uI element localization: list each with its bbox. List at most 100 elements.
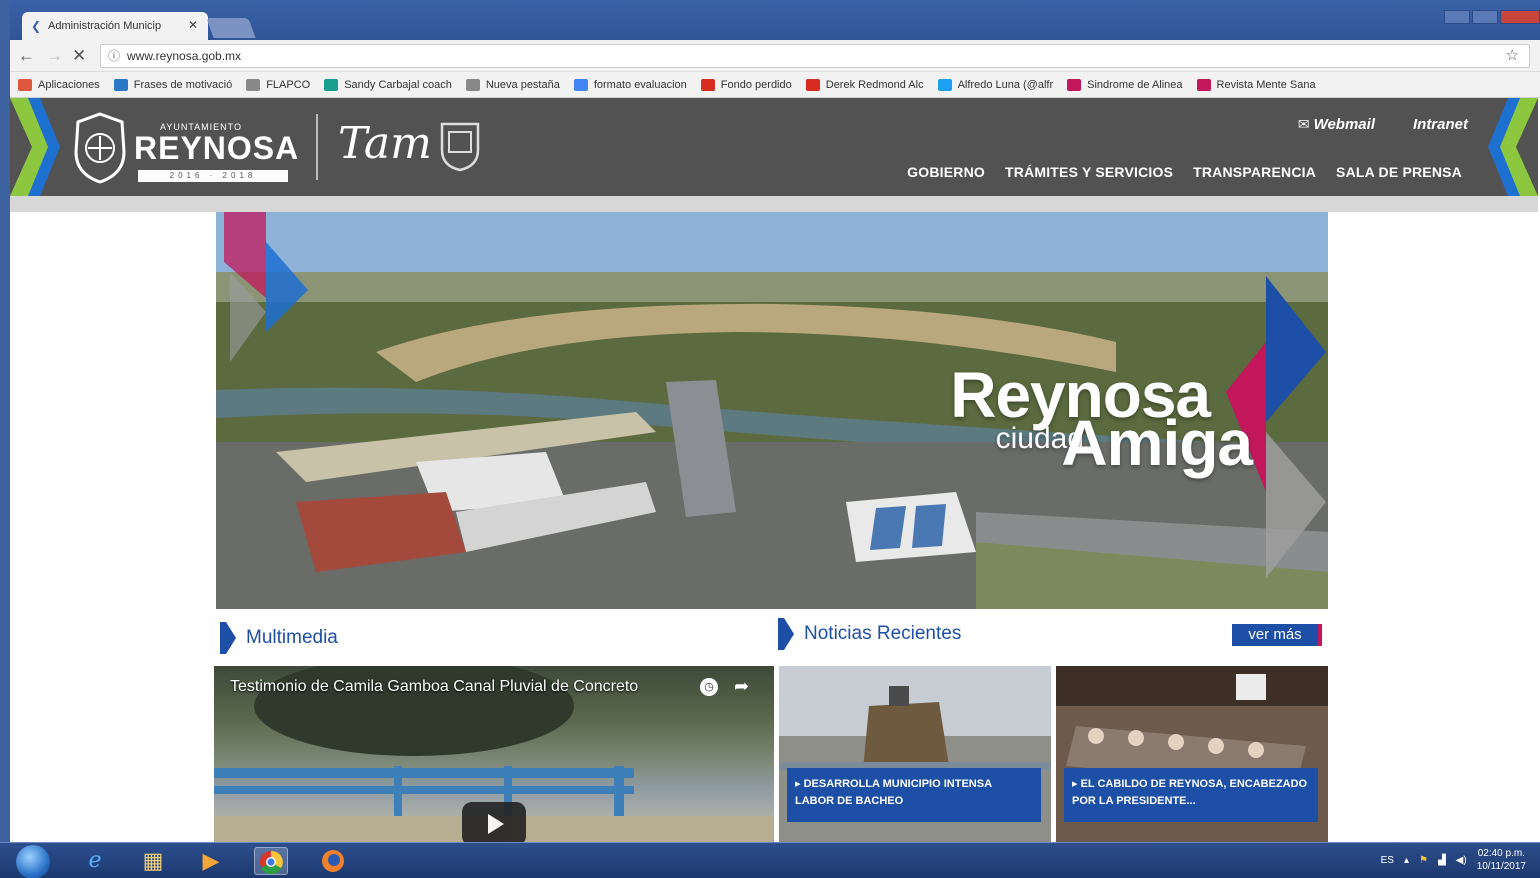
site-logo[interactable]: AYUNTAMIENTO REYNOSA 2016 · 2018 Tam — [70, 110, 490, 185]
bookmark-label: Nueva pestaña — [485, 78, 560, 91]
apps-grid-icon — [18, 78, 32, 91]
news-card[interactable]: ▸ EL CABILDO DE REYNOSA, ENCABEZADO POR … — [1056, 666, 1328, 842]
bookmark-star-icon[interactable]: ☆ — [1506, 45, 1519, 67]
video-title: Testimonio de Camila Gamboa Canal Pluvia… — [230, 678, 639, 695]
site-header: AYUNTAMIENTO REYNOSA 2016 · 2018 Tam ✉ We… — [10, 98, 1538, 196]
site-info-icon[interactable]: ⓘ — [108, 45, 120, 67]
page-favicon-icon: ❮ — [31, 19, 42, 33]
stop-loading-icon[interactable]: ✕ — [72, 46, 86, 66]
main-navigation: GOBIERNO TRÁMITES Y SERVICIOS TRANSPARENCI… — [907, 164, 1462, 180]
close-window-button[interactable] — [1500, 10, 1540, 24]
bookmark-item[interactable]: Derek Redmond Alc — [805, 78, 924, 91]
hero-banner[interactable]: Reynosa ciudad Amiga — [216, 212, 1328, 609]
reynosa-crest-icon — [74, 112, 126, 184]
flag-icon[interactable]: ⚑ — [1419, 855, 1428, 866]
bookmark-label: FLAPCO — [266, 78, 311, 91]
news-caption: ▸ EL CABILDO DE REYNOSA, ENCABEZADO POR … — [1064, 768, 1318, 822]
system-clock[interactable]: 02:40 p.m. 10/11/2017 — [1477, 847, 1526, 873]
multimedia-heading: Multimedia — [220, 622, 338, 654]
browser-titlebar: ❮ Administración Municip ✕ — [0, 0, 1540, 40]
news-caption-text: DESARROLLA MUNICIPIO INTENSA LABOR DE BA… — [795, 778, 992, 807]
back-arrow-icon[interactable]: ← — [18, 46, 35, 66]
section-marker-icon — [220, 622, 236, 654]
bookmark-label: Revista Mente Sana — [1216, 78, 1316, 91]
bookmark-item[interactable]: Nueva pestaña — [465, 78, 560, 91]
system-tray: ES ▴ ⚑ ▟ ◀) 02:40 p.m. 10/11/2017 — [1381, 847, 1526, 873]
webmail-link[interactable]: ✉ Webmail — [1298, 116, 1375, 133]
forward-arrow-icon[interactable]: → — [46, 46, 63, 66]
address-url: www.reynosa.gob.mx — [127, 49, 242, 63]
bookmark-favicon-icon — [1196, 78, 1211, 91]
window-left-border — [0, 0, 10, 878]
address-bar[interactable]: ⓘ www.reynosa.gob.mx ☆ — [100, 44, 1530, 68]
browser-tab[interactable]: ❮ Administración Municip ✕ — [22, 12, 208, 40]
bookmark-item[interactable]: Sindrome de Alinea — [1067, 78, 1183, 91]
header-left-chevron-icon — [10, 98, 60, 196]
tamaulipas-crest-icon — [440, 122, 480, 172]
ver-mas-button[interactable]: ver más — [1232, 624, 1322, 646]
chrome-icon[interactable] — [254, 847, 288, 875]
start-button[interactable] — [16, 845, 50, 878]
bookmark-favicon-icon — [805, 78, 820, 91]
tray-arrow-icon[interactable]: ▴ — [1404, 855, 1409, 866]
volume-icon[interactable]: ◀) — [1456, 855, 1467, 866]
bookmark-favicon-icon — [113, 78, 128, 91]
bookmark-label: Sindrome de Alinea — [1087, 78, 1183, 91]
video-player[interactable]: Testimonio de Camila Gamboa Canal Pluvia… — [214, 666, 774, 842]
network-icon[interactable]: ▟ — [1438, 855, 1446, 866]
news-card[interactable]: ▸ DESARROLLA MUNICIPIO INTENSA LABOR DE … — [779, 666, 1051, 842]
mail-icon: ✉ — [1297, 116, 1310, 132]
nav-tramites-servicios[interactable]: TRÁMITES Y SERVICIOS — [1005, 164, 1173, 180]
section-marker-icon — [778, 618, 794, 650]
header-utility-links: ✉ Webmail Intranet — [1298, 116, 1468, 133]
clock-date: 10/11/2017 — [1476, 861, 1526, 872]
bookmark-label: Aplicaciones — [38, 78, 100, 91]
bookmark-item[interactable]: Aplicaciones — [18, 78, 100, 91]
bookmark-favicon-icon — [246, 78, 261, 91]
bookmark-item[interactable]: Alfredo Luna (@alfr — [937, 78, 1053, 91]
language-indicator[interactable]: ES — [1381, 855, 1394, 866]
bookmark-item[interactable]: Sandy Carbajal coach — [324, 78, 452, 91]
bookmark-item[interactable]: Revista Mente Sana — [1196, 78, 1316, 91]
close-tab-icon[interactable]: ✕ — [188, 18, 198, 32]
news-caption: ▸ DESARROLLA MUNICIPIO INTENSA LABOR DE … — [787, 768, 1041, 822]
nav-transparencia[interactable]: TRANSPARENCIA — [1193, 164, 1316, 180]
firefox-icon[interactable] — [316, 847, 350, 875]
bookmark-favicon-icon — [573, 78, 588, 91]
chrome-logo-icon — [260, 850, 283, 875]
bookmark-label: formato evaluacion — [593, 78, 687, 91]
media-player-icon[interactable]: ▶ — [194, 847, 228, 875]
bookmark-item[interactable]: Frases de motivació — [113, 78, 233, 91]
bookmark-item[interactable]: FLAPCO — [246, 78, 311, 91]
watch-later-icon[interactable]: ◷ — [700, 678, 718, 696]
screen: ❮ Administración Municip ✕ ← → ✕ ⓘ www.r… — [0, 0, 1540, 878]
firefox-logo-icon — [322, 850, 344, 872]
bookmark-item[interactable]: Fondo perdido — [700, 78, 792, 91]
bookmark-item[interactable]: formato evaluacion — [573, 78, 687, 91]
window-controls — [1444, 10, 1540, 24]
bookmark-favicon-icon — [937, 78, 952, 91]
header-separator — [10, 196, 1538, 212]
clock-time: 02:40 p.m. — [1477, 848, 1525, 859]
header-right-chevron-icon — [1488, 98, 1538, 196]
maximize-button[interactable] — [1472, 10, 1498, 24]
bookmark-label: Sandy Carbajal coach — [344, 78, 452, 91]
logo-divider — [316, 114, 318, 180]
internet-explorer-icon[interactable]: e — [78, 847, 112, 875]
minimize-button[interactable] — [1444, 10, 1470, 24]
bookmarks-bar: Aplicaciones Frases de motivació FLAPCO San… — [10, 72, 1540, 98]
bookmark-label: Frases de motivació — [133, 78, 233, 91]
share-icon[interactable]: ➦ — [734, 676, 749, 697]
new-tab-button[interactable] — [206, 18, 256, 38]
bookmark-label: Derek Redmond Alc — [825, 78, 924, 91]
bookmark-favicon-icon — [700, 78, 715, 91]
browser-toolbar: ← → ✕ ⓘ www.reynosa.gob.mx ☆ — [10, 40, 1540, 72]
tamaulipas-logo: Tam — [338, 118, 432, 169]
play-button[interactable] — [462, 802, 526, 842]
news-caption-text: EL CABILDO DE REYNOSA, ENCABEZADO POR LA… — [1072, 778, 1308, 807]
nav-gobierno[interactable]: GOBIERNO — [907, 164, 985, 180]
file-explorer-icon[interactable]: ▦ — [136, 847, 170, 875]
intranet-link[interactable]: Intranet — [1413, 116, 1468, 133]
nav-sala-de-prensa[interactable]: SALA DE PRENSA — [1336, 164, 1462, 180]
bookmark-favicon-icon — [1067, 78, 1082, 91]
